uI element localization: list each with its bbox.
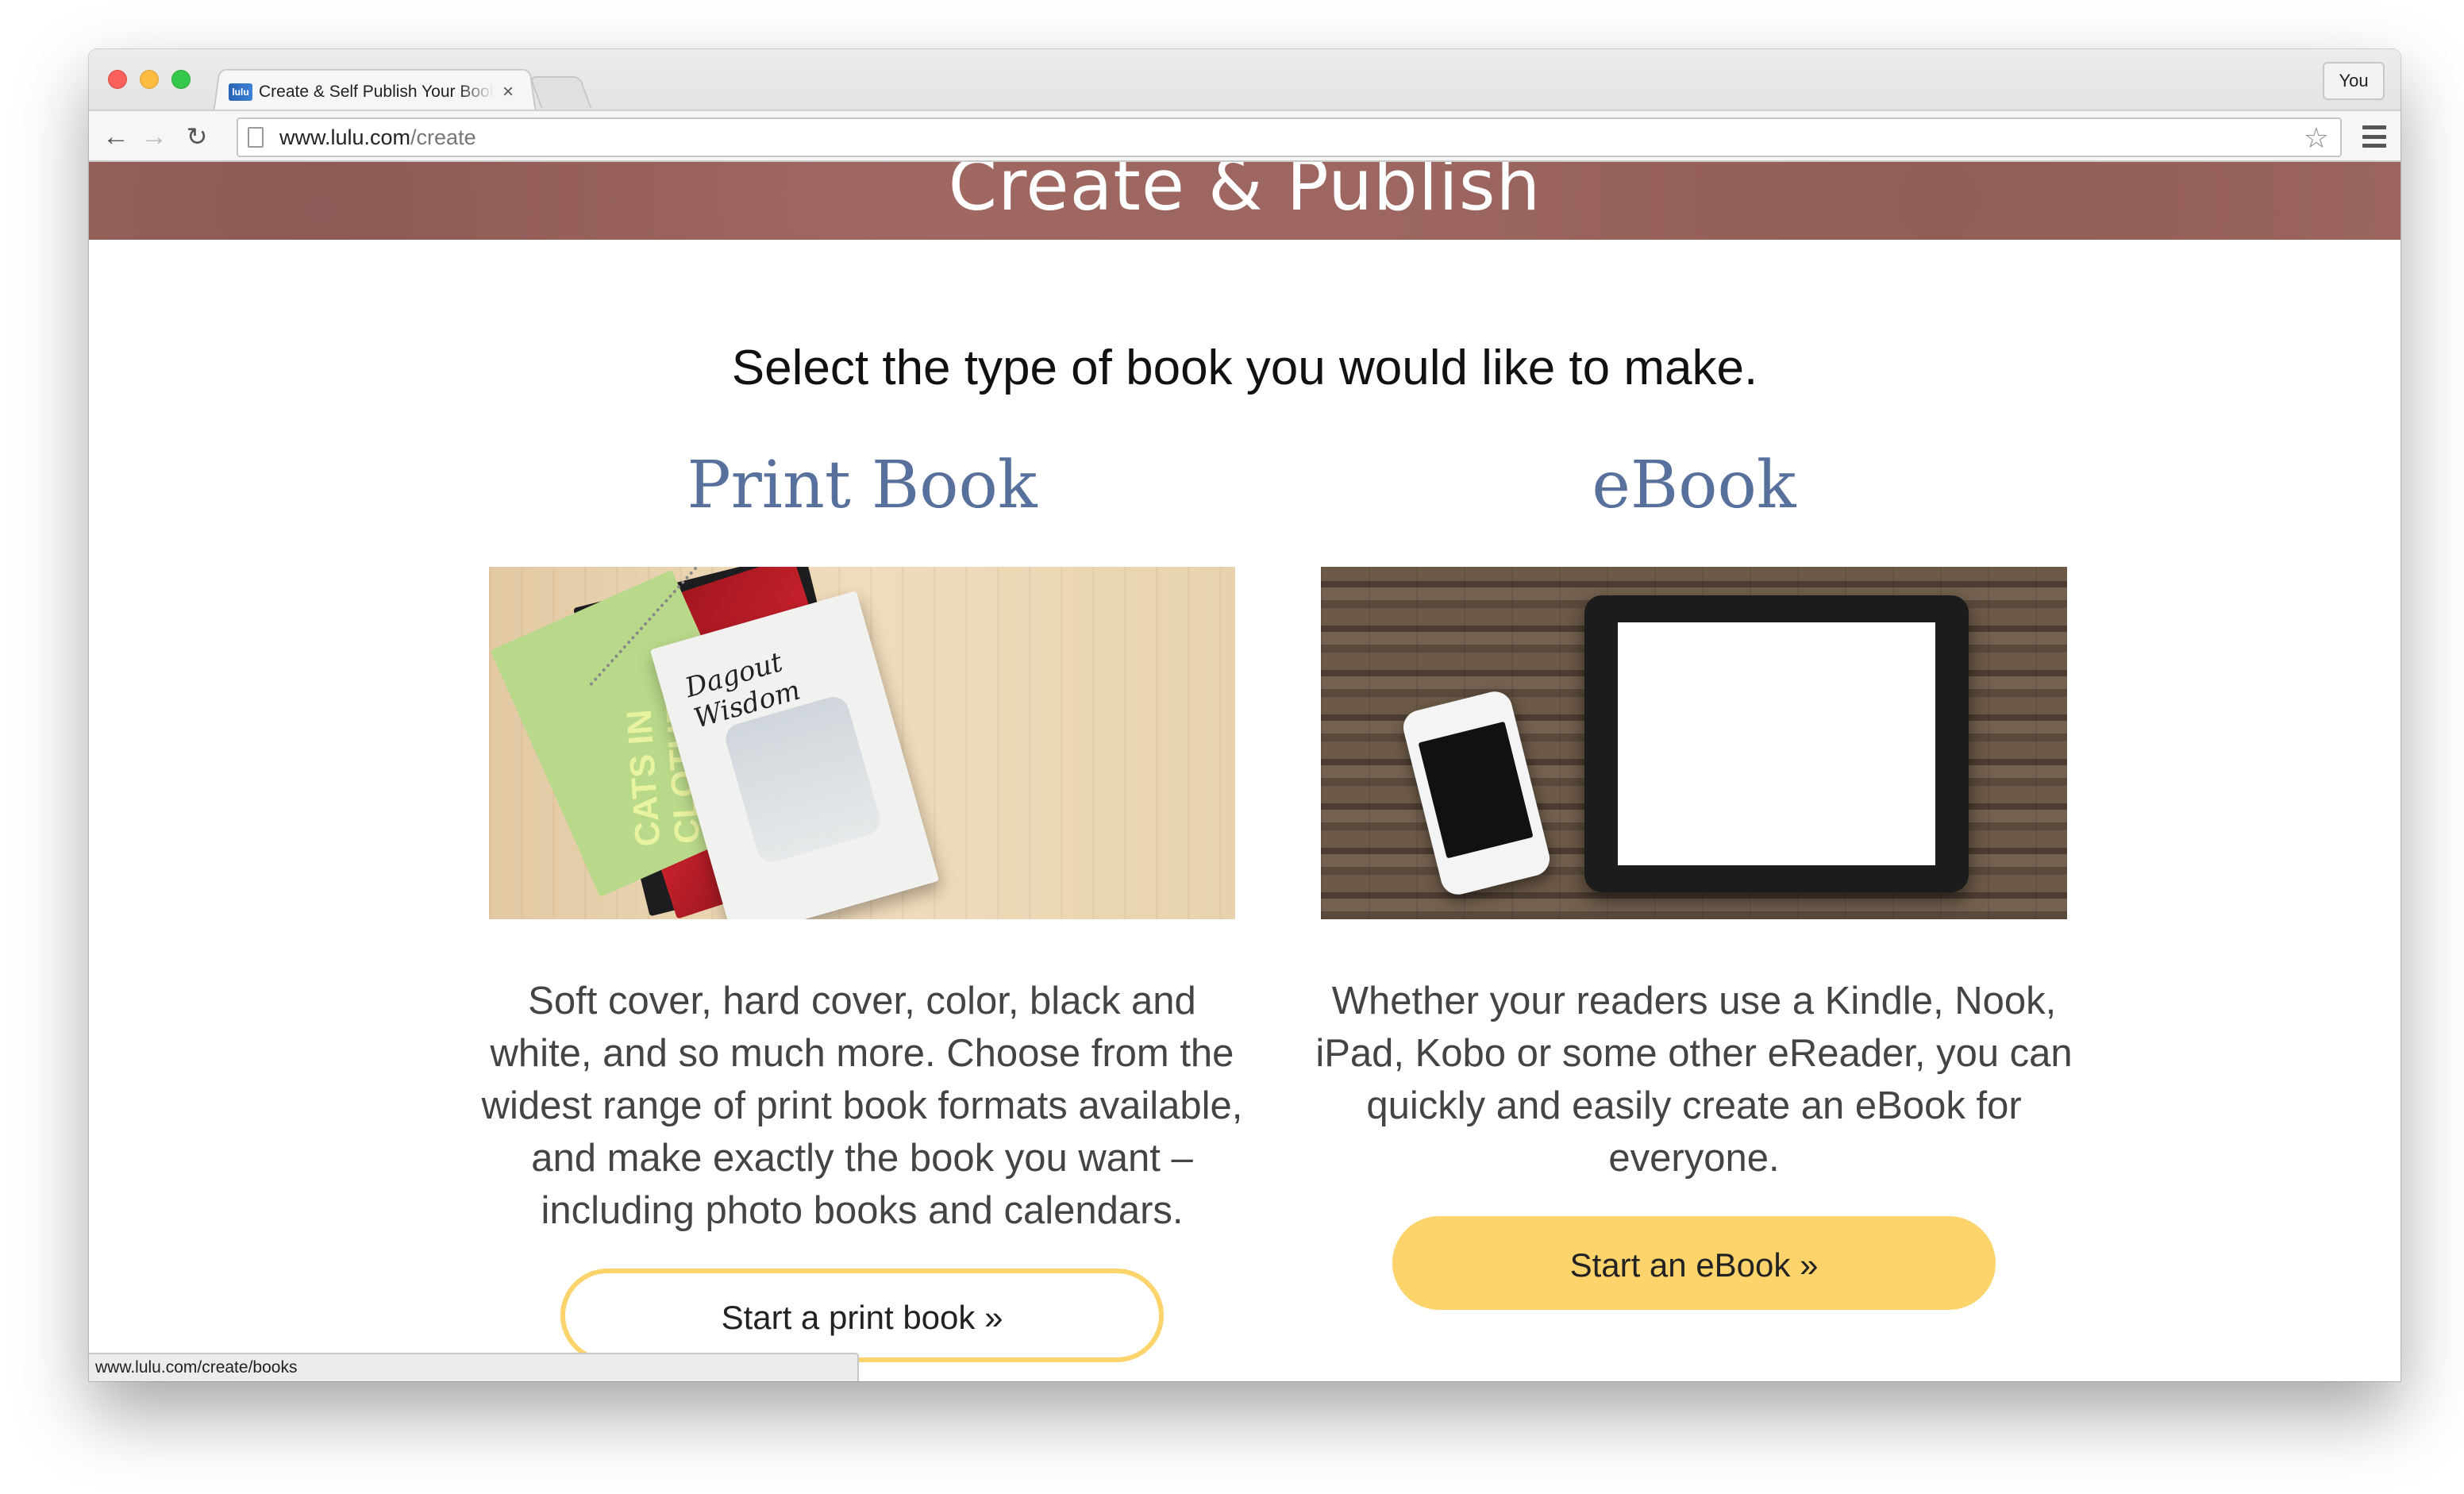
print-book-image: CATS IN CLOTHES 20 Dagout Wisdom: [489, 567, 1235, 919]
banner-title: Create & Publish: [948, 162, 1542, 226]
start-ebook-button[interactable]: Start an eBook »: [1392, 1216, 1996, 1310]
arrow-right-icon[interactable]: →: [138, 121, 170, 152]
page-subtitle: Select the type of book you would like t…: [731, 341, 1758, 395]
hero-banner: Create & Publish: [89, 162, 2400, 240]
address-bar[interactable]: www.lulu.com/create ☆: [237, 117, 2342, 157]
tab-close-icon[interactable]: ×: [499, 81, 518, 103]
start-print-book-button[interactable]: Start a print book »: [560, 1269, 1164, 1362]
close-window-button[interactable]: [108, 70, 127, 89]
arrow-left-icon[interactable]: ←: [100, 121, 132, 152]
ebook-description: Whether your readers use a Kindle, Nook,…: [1315, 980, 2073, 1180]
page-content: Create & Publish Select the type of book…: [89, 162, 2400, 1381]
print-book-heading: Print Book: [687, 448, 1038, 523]
star-icon[interactable]: ☆: [2304, 124, 2329, 152]
url-text[interactable]: www.lulu.com/create: [279, 125, 476, 150]
tablet-screen: [1618, 622, 1935, 865]
minimize-window-button[interactable]: [140, 70, 159, 89]
ebook-column: eBook Whether your readers use a Kindle,…: [1305, 448, 2083, 1310]
profile-button[interactable]: You: [2323, 62, 2385, 100]
hamburger-menu-icon[interactable]: [2362, 125, 2386, 148]
print-book-column: Print Book CATS IN CLOTHES 20 Dagout Wis…: [473, 448, 1251, 1362]
zoom-window-button[interactable]: [171, 70, 191, 89]
browser-toolbar: ← → ↻ www.lulu.com/create ☆: [89, 110, 2400, 162]
page-icon: [248, 127, 264, 148]
tablet-device: [1584, 595, 1969, 892]
active-tab-content[interactable]: lulu Create & Self Publish Your Books ×: [229, 75, 522, 110]
reload-icon[interactable]: ↻: [181, 121, 213, 152]
ebook-heading: eBook: [1592, 448, 1796, 523]
tab-strip: lulu Create & Self Publish Your Books × …: [89, 49, 2400, 114]
url-host: www.lulu.com: [279, 125, 411, 149]
lulu-favicon-icon: lulu: [229, 83, 252, 101]
phone-screen: [1418, 721, 1534, 859]
new-tab-button[interactable]: [529, 76, 592, 108]
url-path: /create: [410, 125, 476, 149]
ebook-image: [1321, 567, 2067, 919]
tab-title: Create & Self Publish Your Books: [259, 83, 494, 101]
status-bubble: www.lulu.com/create/books: [89, 1353, 859, 1381]
print-book-description: Soft cover, hard cover, color, black and…: [481, 980, 1243, 1232]
browser-window: lulu Create & Self Publish Your Books × …: [89, 49, 2400, 1381]
